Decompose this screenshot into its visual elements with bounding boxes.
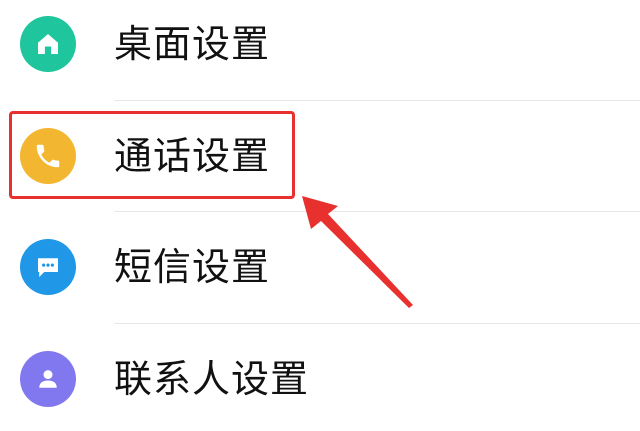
contact-icon [20,351,76,407]
list-divider [114,100,640,101]
settings-item-desktop[interactable]: 桌面设置 [0,0,640,96]
settings-item-sms[interactable]: 短信设置 [0,215,640,319]
highlight-box [9,111,295,199]
settings-list: 桌面设置 通话设置 短信设置 联系人设置 [0,0,640,426]
settings-item-label: 桌面设置 [114,22,271,66]
list-divider [114,211,640,212]
settings-item-contacts[interactable]: 联系人设置 [0,327,640,431]
settings-item-label: 联系人设置 [114,357,310,401]
message-icon [20,239,76,295]
list-divider [114,323,640,324]
settings-item-label: 短信设置 [114,245,271,289]
home-icon [20,16,76,72]
